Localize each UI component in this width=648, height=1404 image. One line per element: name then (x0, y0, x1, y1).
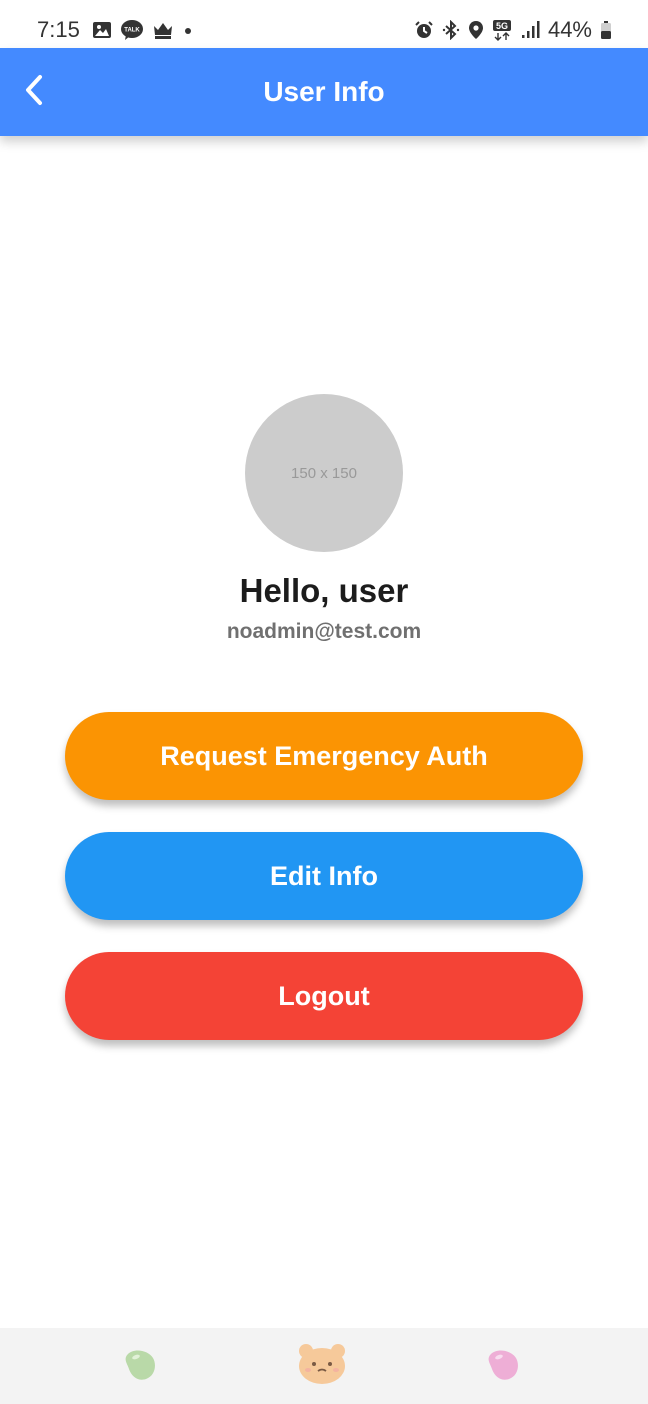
battery-icon (600, 20, 612, 40)
nav-item-center[interactable] (296, 1342, 348, 1388)
alarm-icon (414, 20, 434, 40)
bottom-nav (0, 1328, 648, 1404)
avatar-placeholder-text: 150 x 150 (291, 464, 357, 482)
svg-text:TALK: TALK (124, 28, 140, 34)
greeting-text: Hello, user (239, 572, 409, 609)
crown-icon (152, 20, 174, 40)
page-title: User Info (263, 76, 385, 107)
location-icon (468, 20, 484, 40)
status-bar: 7:15 TALK 5G 44% (0, 0, 648, 48)
user-email: noadmin@test.com (226, 620, 422, 643)
bear-face-icon (296, 1341, 348, 1390)
request-emergency-auth-button[interactable]: Request Emergency Auth (65, 712, 583, 800)
status-notification-icons: TALK (92, 19, 194, 41)
app-bar: User Info (0, 48, 648, 136)
status-time: 7:15 (37, 17, 80, 42)
bluetooth-icon (442, 20, 460, 40)
avatar: 150 x 150 (245, 394, 403, 552)
5g-icon: 5G (492, 19, 512, 41)
talk-icon: TALK (120, 19, 144, 41)
nav-item-left[interactable] (114, 1344, 166, 1390)
image-icon (92, 20, 112, 40)
edit-info-button[interactable]: Edit Info (65, 832, 583, 920)
dot-icon (182, 20, 194, 40)
signal-icon (520, 20, 540, 40)
battery-percent: 44% (547, 17, 592, 42)
logout-button[interactable]: Logout (65, 952, 583, 1040)
nav-item-right[interactable] (477, 1344, 529, 1390)
pink-bean-icon (485, 1348, 521, 1387)
green-bean-icon (122, 1348, 158, 1387)
status-system-icons: 5G 44% (414, 17, 612, 43)
svg-text:5G: 5G (496, 21, 508, 31)
